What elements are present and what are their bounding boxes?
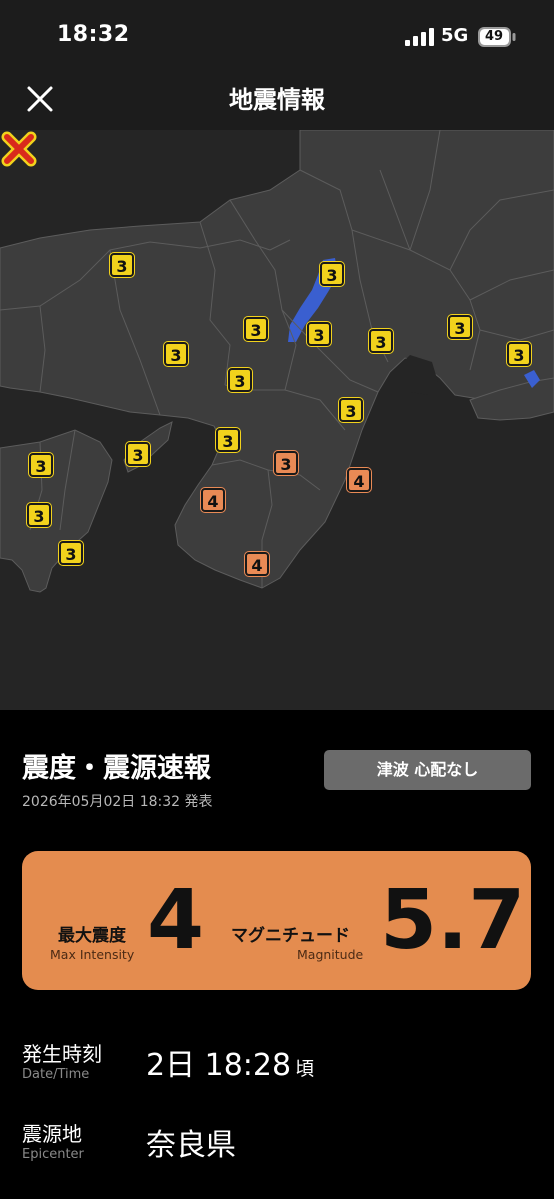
intensity-marker[interactable]: 3 bbox=[228, 368, 252, 392]
intensity-marker[interactable]: 4 bbox=[245, 552, 269, 576]
datetime-label-en: Date/Time bbox=[22, 1067, 90, 1082]
max-intensity-label-en: Max Intensity bbox=[50, 947, 135, 962]
intensity-marker[interactable]: 3 bbox=[307, 322, 331, 346]
intensity-marker[interactable]: 3 bbox=[59, 541, 83, 565]
signal-strength-icon bbox=[405, 28, 434, 46]
earthquake-info-panel: 震度・震源速報 2026年05月02日 18:32 発表 津波 心配なし 最大震… bbox=[0, 710, 554, 1199]
epicenter-x-icon[interactable] bbox=[0, 130, 38, 168]
intensity-marker[interactable]: 3 bbox=[29, 453, 53, 477]
intensity-marker[interactable]: 3 bbox=[216, 428, 240, 452]
datetime-text: 2日 18:28 bbox=[146, 1048, 292, 1083]
max-intensity-value: 4 bbox=[147, 873, 205, 968]
status-time: 18:32 bbox=[57, 22, 130, 47]
magnitude-label-en: Magnitude bbox=[297, 947, 364, 962]
epicenter-value: 奈良県 bbox=[146, 1128, 236, 1163]
epicenter-label-en: Epicenter bbox=[22, 1147, 84, 1162]
intensity-card: 最大震度 Max Intensity 4 マグニチュード Magnitude 5… bbox=[22, 851, 531, 990]
report-title: 震度・震源速報 bbox=[22, 753, 211, 784]
battery-level: 49 bbox=[484, 29, 504, 44]
datetime-label: 発生時刻 bbox=[22, 1042, 102, 1066]
magnitude-label: マグニチュード bbox=[231, 926, 350, 946]
intensity-marker[interactable]: 3 bbox=[507, 342, 531, 366]
datetime-suffix: 頃 bbox=[295, 1058, 315, 1080]
map-base bbox=[0, 130, 554, 593]
network-type: 5G bbox=[441, 25, 469, 46]
max-intensity-label: 最大震度 bbox=[58, 926, 126, 946]
intensity-marker[interactable]: 3 bbox=[110, 253, 134, 277]
tsunami-status-badge: 津波 心配なし bbox=[324, 750, 531, 790]
epicenter-label: 震源地 bbox=[22, 1122, 82, 1146]
intensity-marker[interactable]: 3 bbox=[244, 317, 268, 341]
datetime-value: 2日 18:28 頃 bbox=[146, 1040, 314, 1084]
earthquake-map[interactable]: 3 3 3 3 3 3 3 3 3 3 3 3 3 3 3 3 4 4 4 bbox=[0, 130, 554, 710]
intensity-marker[interactable]: 3 bbox=[274, 451, 298, 475]
page-title: 地震情報 bbox=[229, 86, 325, 114]
intensity-marker[interactable]: 3 bbox=[126, 442, 150, 466]
status-bar: 18:32 5G 49 bbox=[0, 0, 554, 72]
nav-bar: 地震情報 bbox=[0, 72, 554, 130]
intensity-marker[interactable]: 3 bbox=[339, 398, 363, 422]
intensity-marker[interactable]: 3 bbox=[320, 262, 344, 286]
magnitude-value: 5.7 bbox=[380, 873, 526, 968]
intensity-marker[interactable]: 3 bbox=[164, 342, 188, 366]
intensity-marker[interactable]: 4 bbox=[347, 468, 371, 492]
intensity-marker[interactable]: 3 bbox=[448, 315, 472, 339]
report-issued-time: 2026年05月02日 18:32 発表 bbox=[22, 794, 213, 810]
intensity-marker[interactable]: 3 bbox=[27, 503, 51, 527]
intensity-marker[interactable]: 4 bbox=[201, 488, 225, 512]
intensity-marker[interactable]: 3 bbox=[369, 329, 393, 353]
